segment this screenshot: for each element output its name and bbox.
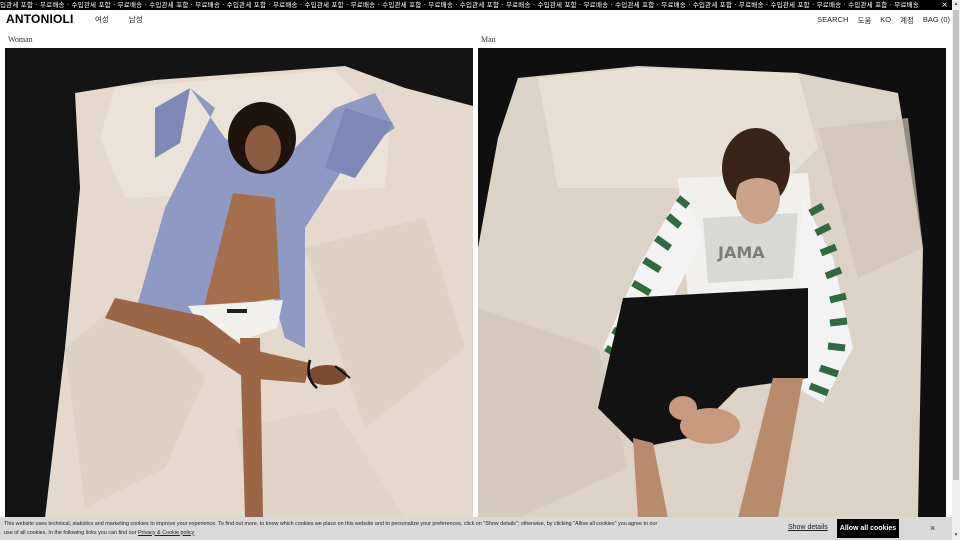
woman-hero-image[interactable] [5, 48, 473, 518]
announcement-bar: 입관세 포함 · 무료배송 · 수입관세 포함 · 무료배송 · 수입관세 포함… [0, 0, 952, 10]
page-scrollbar[interactable]: ▲ ▼ [952, 0, 960, 540]
account-link[interactable]: 계정 [900, 15, 914, 26]
cookie-banner: This website uses technical, statistics … [0, 517, 952, 540]
scroll-up-arrow-icon[interactable]: ▲ [952, 0, 960, 9]
scrollbar-thumb[interactable] [953, 10, 959, 480]
site-header: ANTONIOLI 여성 남성 SEARCH 도움 KO 계정 BAG (0) [0, 10, 952, 30]
search-link[interactable]: SEARCH [817, 15, 848, 26]
utility-nav: SEARCH 도움 KO 계정 BAG (0) [817, 15, 950, 26]
language-selector[interactable]: KO [880, 15, 891, 26]
cookie-message-line1: This website uses technical, statistics … [4, 521, 658, 527]
privacy-policy-link[interactable]: Privacy & Cookie policy [138, 530, 194, 536]
help-link[interactable]: 도움 [857, 15, 871, 26]
cookie-message-line2: use of all cookies. In the following lin… [4, 529, 137, 536]
show-details-link[interactable]: Show details [788, 524, 828, 531]
nav-women[interactable]: 여성 [95, 14, 109, 25]
main-nav: 여성 남성 [95, 14, 143, 25]
scroll-down-arrow-icon[interactable]: ▼ [952, 531, 960, 540]
man-hero-image[interactable]: JAMA [478, 48, 946, 518]
bag-link[interactable]: BAG (0) [923, 15, 950, 26]
cookie-close-icon[interactable]: × [930, 523, 935, 533]
cookie-message: This website uses technical, statistics … [4, 520, 684, 537]
brand-logo[interactable]: ANTONIOLI [6, 12, 74, 26]
announcement-close-button[interactable]: × [939, 0, 948, 10]
nav-men[interactable]: 남성 [129, 14, 143, 25]
svg-text:JAMA: JAMA [717, 243, 765, 262]
man-section-label[interactable]: Man [481, 35, 496, 44]
announcement-text: 입관세 포함 · 무료배송 · 수입관세 포함 · 무료배송 · 수입관세 포함… [0, 1, 919, 9]
allow-all-cookies-button[interactable]: Allow all cookies [837, 519, 899, 538]
woman-section-label[interactable]: Woman [8, 35, 33, 44]
